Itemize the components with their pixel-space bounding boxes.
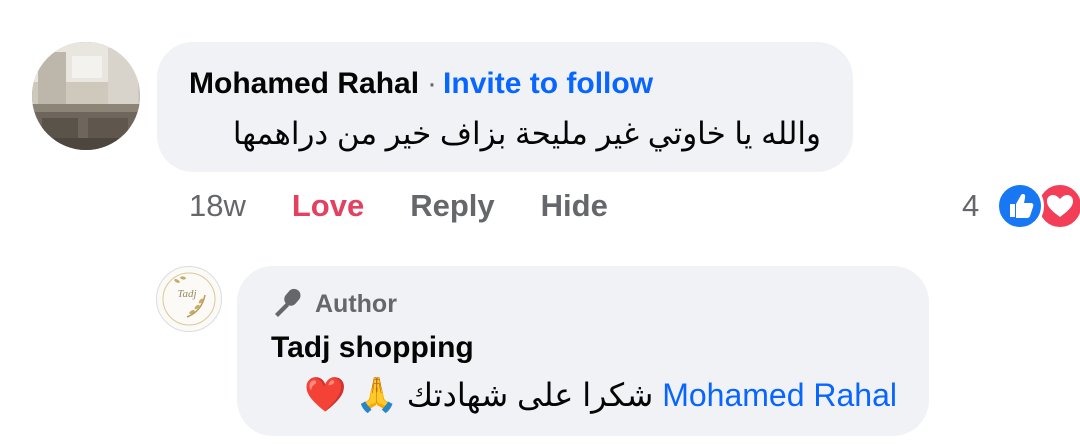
comment-author-name[interactable]: Mohamed Rahal bbox=[189, 67, 419, 100]
author-label: Author bbox=[315, 290, 397, 318]
commenter-avatar[interactable] bbox=[32, 42, 140, 150]
comment-bubble: Mohamed Rahal · Invite to follow والله يا … bbox=[157, 42, 853, 172]
reply-bubble: Author Tadj shopping Mohamed Rahal شكرا … bbox=[237, 266, 929, 436]
comment-header: Mohamed Rahal · Invite to follow bbox=[189, 66, 653, 102]
comment-timestamp[interactable]: 18w bbox=[189, 186, 246, 226]
kitchen-photo bbox=[32, 42, 140, 150]
mention-link[interactable]: Mohamed Rahal bbox=[662, 377, 897, 413]
pray-emoji: 🙏 bbox=[355, 376, 398, 414]
reply-author-name[interactable]: Tadj shopping bbox=[271, 330, 474, 366]
invite-to-follow-link[interactable]: Invite to follow bbox=[443, 67, 653, 100]
header-separator: · bbox=[427, 67, 438, 100]
reply-message: شكرا على شهادتك bbox=[406, 377, 654, 413]
reply-text: Mohamed Rahal شكرا على شهادتك 🙏 ❤️ bbox=[271, 374, 897, 416]
reaction-count: 4 bbox=[962, 188, 980, 223]
like-icon bbox=[996, 182, 1044, 230]
hide-button[interactable]: Hide bbox=[541, 186, 608, 226]
reply-button[interactable]: Reply bbox=[410, 186, 494, 226]
comment-actions: 18w Love Reply Hide bbox=[189, 186, 608, 226]
logo-text: Tadj bbox=[177, 288, 196, 300]
tadj-logo: Tadj bbox=[162, 272, 216, 326]
red-heart-emoji: ❤️ bbox=[304, 376, 347, 414]
love-button[interactable]: Love bbox=[292, 186, 364, 226]
page-avatar[interactable]: Tadj bbox=[156, 266, 222, 332]
microphone-icon bbox=[271, 286, 305, 323]
comment-text: والله يا خاوتي غير مليحة بزاف خير من درا… bbox=[232, 116, 821, 151]
author-badge: Author bbox=[271, 286, 397, 323]
